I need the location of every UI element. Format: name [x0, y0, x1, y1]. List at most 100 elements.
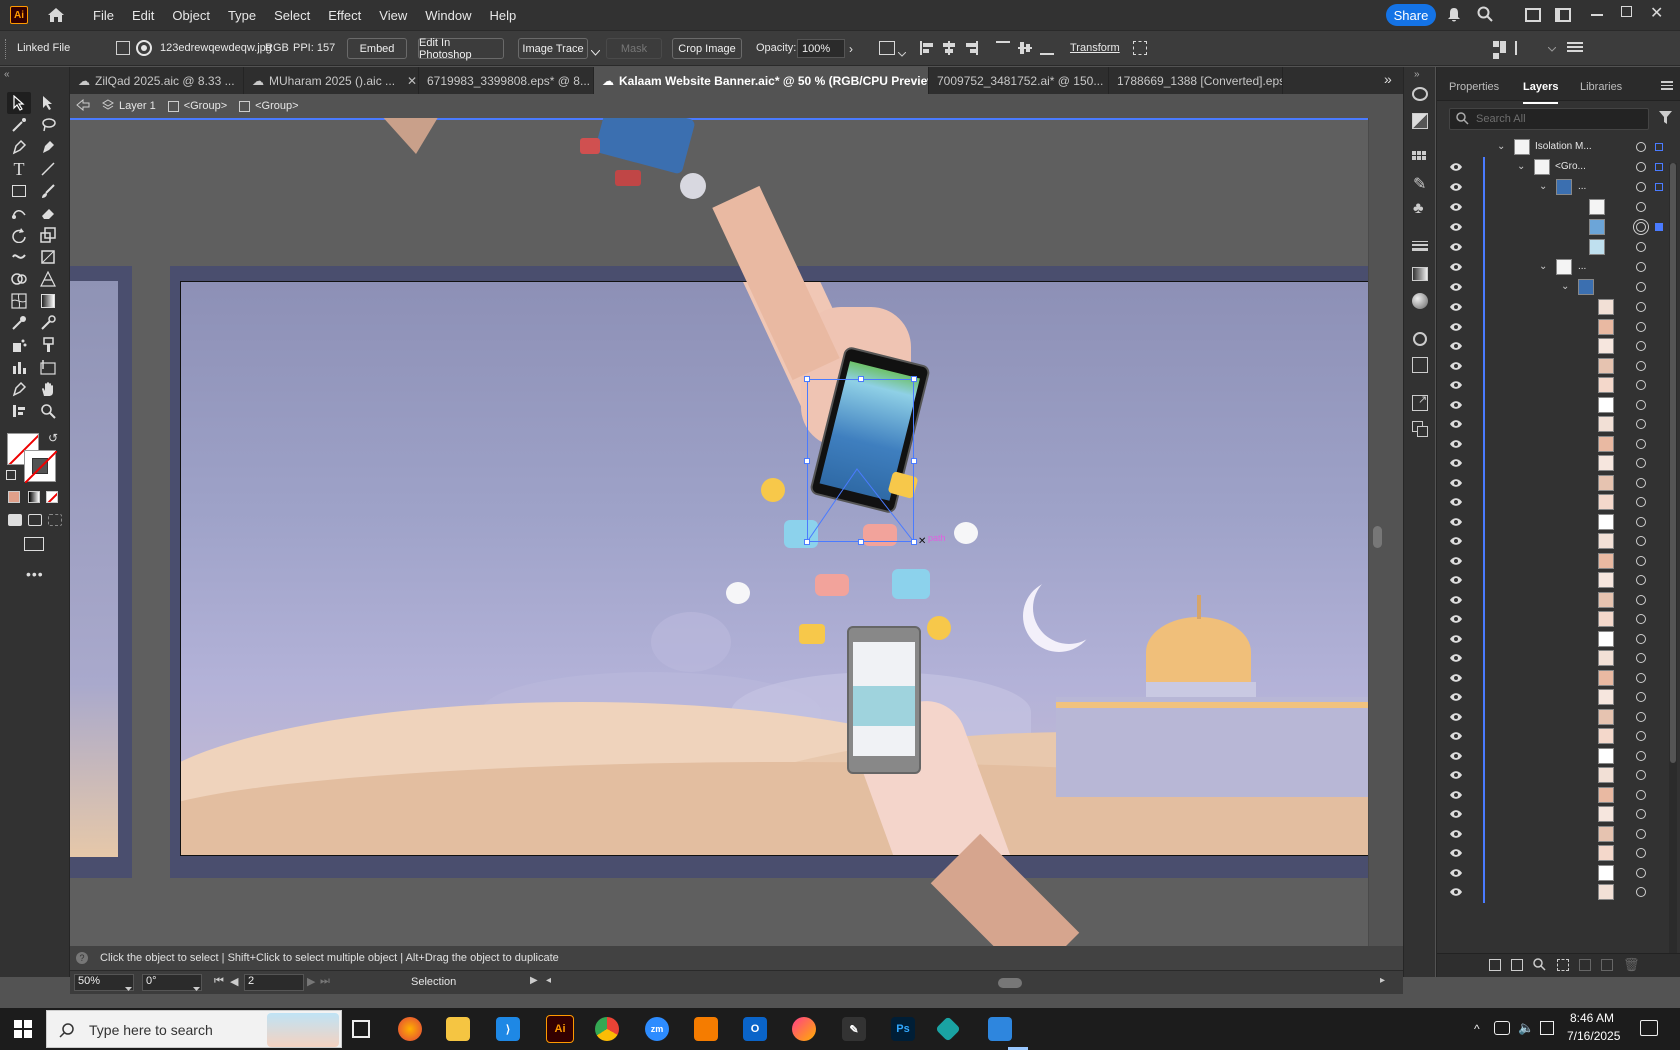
main-artboard[interactable] — [180, 281, 1385, 856]
column-graph-tool-icon[interactable] — [7, 356, 31, 378]
target-circle-icon[interactable] — [1636, 731, 1646, 741]
new-layer-icon[interactable] — [1601, 959, 1613, 971]
shape-builder-tool-icon[interactable] — [7, 268, 31, 290]
eye-icon[interactable] — [1449, 867, 1463, 879]
tab-libraries[interactable]: Libraries — [1580, 81, 1622, 93]
draw-behind-icon[interactable] — [28, 514, 42, 526]
edit-toolbar-icon[interactable]: ••• — [26, 566, 44, 582]
menu-type[interactable]: Type — [219, 8, 265, 23]
eye-icon[interactable] — [1449, 828, 1463, 840]
outlook-icon[interactable]: O — [743, 1017, 767, 1041]
slice-tool-icon[interactable] — [36, 356, 60, 378]
stroke-panel-icon[interactable] — [1412, 240, 1428, 252]
layer-row-item[interactable] — [1437, 375, 1680, 396]
notifications-icon[interactable] — [1640, 1020, 1658, 1036]
layer-row-item[interactable] — [1437, 316, 1680, 338]
file-explorer-icon[interactable] — [446, 1017, 470, 1041]
gradient-mode-icon[interactable] — [28, 491, 40, 503]
collapse-panels-icon[interactable]: » — [1414, 69, 1420, 80]
image-trace-button[interactable]: Image Trace — [518, 38, 588, 59]
menu-file[interactable]: File — [84, 8, 123, 23]
resize-handle[interactable] — [911, 376, 917, 382]
symbols-panel-icon[interactable]: ♣ — [1413, 200, 1424, 218]
stroke-swatch[interactable] — [24, 450, 57, 483]
horizontal-scroll-thumb[interactable] — [998, 978, 1022, 988]
target-circle-icon[interactable] — [1636, 497, 1646, 507]
transparency-panel-icon[interactable] — [1412, 293, 1428, 309]
target-circle-icon[interactable] — [1636, 222, 1646, 232]
line-segment-tool-icon[interactable] — [36, 158, 60, 180]
menu-edit[interactable]: Edit — [123, 8, 163, 23]
color-guide-icon[interactable] — [1412, 113, 1428, 129]
eye-icon[interactable] — [1449, 161, 1463, 173]
warp-tool-icon[interactable] — [7, 246, 31, 268]
resize-handle[interactable] — [911, 458, 917, 464]
workspace-switcher-icon[interactable] — [1525, 8, 1541, 22]
layer-row-item[interactable] — [1437, 745, 1680, 767]
minimize-icon[interactable] — [1591, 14, 1603, 16]
task-view-icon[interactable] — [352, 1020, 370, 1038]
layer-row-subgroup[interactable]: ⌄ ... — [1437, 257, 1680, 278]
vertical-scroll-thumb[interactable] — [1373, 526, 1382, 548]
layer-row-item[interactable] — [1437, 804, 1680, 825]
hand-tool-icon[interactable] — [36, 378, 60, 400]
tab-6719983[interactable]: 6719983_3399808.eps* @ 8...✕ — [419, 67, 594, 94]
target-circle-icon[interactable] — [1636, 182, 1646, 192]
eyedropper-tool-icon[interactable] — [7, 312, 31, 334]
tab-zilqad[interactable]: ☁ZilQad 2025.aic @ 8.33 ...✕ — [70, 67, 244, 94]
tab-muharam[interactable]: ☁ MUharam 2025 ().aic ... ✕ — [244, 67, 419, 94]
eye-icon[interactable] — [1449, 847, 1463, 859]
target-circle-icon[interactable] — [1636, 262, 1646, 272]
artboard-tool-icon[interactable] — [7, 378, 31, 400]
target-circle-icon[interactable] — [1636, 633, 1646, 644]
arrange-documents-icon[interactable] — [1493, 41, 1507, 59]
chevron-down-icon[interactable]: ⌄ — [1539, 261, 1547, 272]
eye-icon[interactable] — [1449, 516, 1463, 528]
selection-indicator[interactable] — [1655, 183, 1663, 191]
layer-row-item[interactable] — [1437, 609, 1680, 630]
embed-button[interactable]: Embed — [347, 38, 407, 59]
type-tool-icon[interactable]: T — [7, 158, 31, 180]
target-circle-icon[interactable] — [1636, 848, 1646, 858]
appearance-panel-icon[interactable] — [1413, 332, 1427, 346]
target-circle-icon[interactable] — [1636, 142, 1646, 152]
eye-icon[interactable] — [1449, 555, 1463, 567]
linked-file-label[interactable]: Linked File — [17, 42, 70, 54]
gradient-panel-icon[interactable] — [1412, 267, 1428, 281]
layer-row-item[interactable] — [1437, 472, 1680, 494]
menu-select[interactable]: Select — [265, 8, 319, 23]
default-fill-stroke-icon[interactable] — [6, 470, 16, 480]
layer-row-item[interactable] — [1437, 628, 1680, 650]
resize-handle[interactable] — [804, 458, 810, 464]
eye-icon[interactable] — [1449, 321, 1463, 333]
chrome-icon[interactable] — [595, 1017, 619, 1041]
eye-icon[interactable] — [1449, 457, 1463, 469]
trash-icon[interactable]: 🗑 — [1623, 957, 1640, 973]
magic-wand-tool-icon[interactable] — [7, 114, 31, 136]
photos-icon[interactable] — [988, 1017, 1012, 1041]
panel-layout-icon[interactable] — [1555, 8, 1571, 22]
target-circle-icon[interactable] — [1636, 672, 1646, 683]
target-circle-icon[interactable] — [1636, 789, 1646, 800]
pen-app-icon[interactable]: ✎ — [842, 1017, 866, 1041]
layer-row-item[interactable] — [1437, 453, 1680, 474]
target-circle-icon[interactable] — [1636, 692, 1646, 702]
resize-handle[interactable] — [911, 539, 917, 545]
control-bar-menu-icon[interactable] — [1567, 40, 1583, 54]
eye-icon[interactable] — [1449, 652, 1463, 664]
layer-row-subgroup[interactable]: ⌄ ... — [1437, 177, 1680, 198]
draw-normal-icon[interactable] — [8, 514, 22, 526]
layer-row-item[interactable] — [1437, 823, 1680, 845]
eye-icon[interactable] — [1449, 281, 1463, 293]
scroll-right-icon[interactable]: ▸ — [1380, 975, 1385, 986]
resize-handle[interactable] — [858, 539, 864, 545]
layer-row-item[interactable] — [1437, 765, 1680, 786]
target-circle-icon[interactable] — [1636, 242, 1646, 252]
more-tabs-icon[interactable]: » — [1384, 71, 1392, 87]
target-circle-icon[interactable] — [1636, 887, 1646, 897]
target-circle-icon[interactable] — [1636, 321, 1646, 332]
layer-row-item[interactable] — [1437, 237, 1680, 258]
swatches-panel-icon[interactable] — [1412, 151, 1428, 163]
vertical-scrollbar[interactable] — [1368, 118, 1385, 946]
app-diamond-icon[interactable] — [935, 1016, 961, 1042]
